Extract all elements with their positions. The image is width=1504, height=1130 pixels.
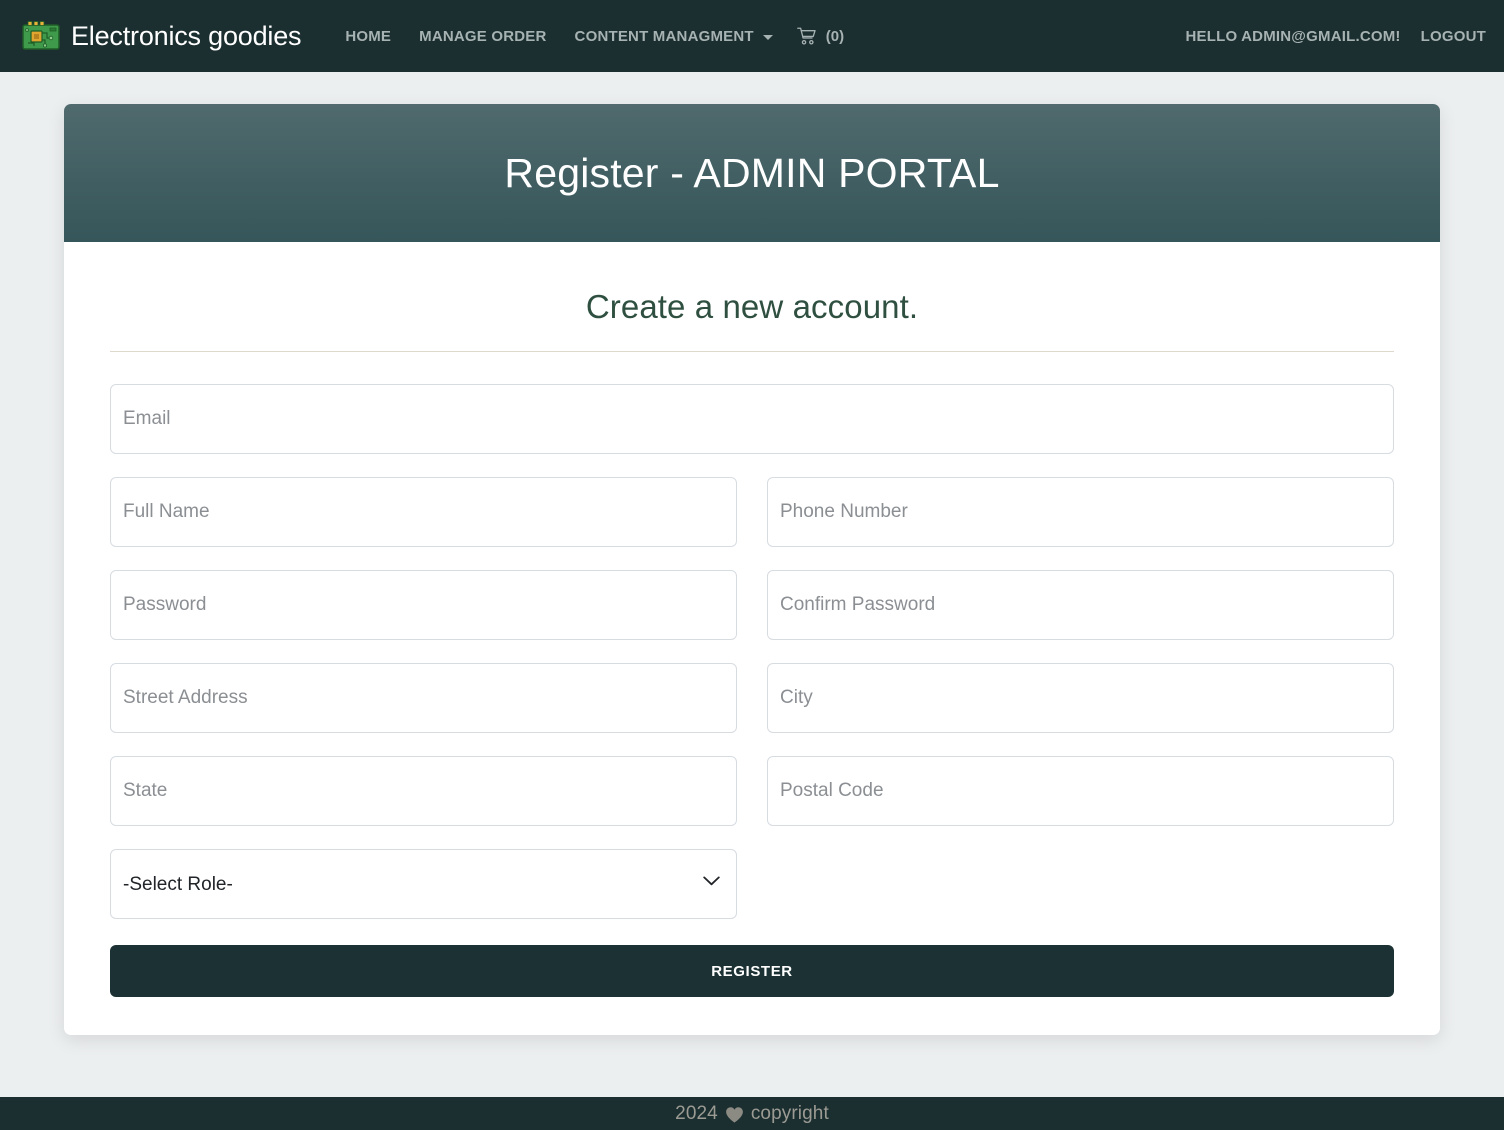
page-title: Register - ADMIN PORTAL	[504, 149, 1000, 196]
full-name-input[interactable]	[110, 477, 737, 547]
street-address-input[interactable]	[110, 663, 737, 733]
field-group-confirm-password	[752, 570, 1409, 663]
brand-link[interactable]: Electronics goodies	[22, 20, 302, 52]
field-group-street-address	[95, 663, 752, 756]
field-group-city	[752, 663, 1409, 756]
brand-label: Electronics goodies	[71, 20, 302, 51]
register-button[interactable]: REGISTER	[110, 945, 1394, 997]
section-divider	[110, 351, 1394, 352]
password-input[interactable]	[110, 570, 737, 640]
field-group-phone-number	[752, 477, 1409, 570]
role-select-wrapper: -Select Role-	[110, 849, 737, 942]
logout-link[interactable]: LOGOUT	[1411, 20, 1486, 53]
chevron-down-icon	[762, 34, 773, 40]
field-group-role: -Select Role-	[95, 849, 752, 942]
register-card-body: Create a new account. Email Full Name Ph…	[64, 242, 1440, 1035]
page-content: Register - ADMIN PORTAL Create a new acc…	[0, 72, 1504, 1035]
logout-label: LOGOUT	[1420, 27, 1486, 45]
heart-icon	[725, 1106, 743, 1123]
nav-item-content-managment: CONTENT MANAGMENT	[561, 20, 787, 53]
postal-code-input[interactable]	[767, 756, 1394, 826]
city-input[interactable]	[767, 663, 1394, 733]
submit-row: REGISTER	[95, 945, 1409, 997]
nav-link-content-managment-label: CONTENT MANAGMENT	[574, 27, 754, 45]
form-subtitle: Create a new account.	[585, 288, 919, 325]
field-group-postal-code	[752, 756, 1409, 849]
user-nav: HELLO ADMIN@GMAIL.COM! LOGOUT	[1176, 20, 1487, 53]
nav-link-content-managment[interactable]: CONTENT MANAGMENT	[561, 20, 787, 53]
field-group-password	[95, 570, 752, 663]
role-select[interactable]: -Select Role-	[110, 849, 737, 919]
nav-item-cart: (0)	[787, 19, 854, 53]
register-card-header: Register - ADMIN PORTAL	[64, 104, 1440, 242]
register-form: -Select Role- REGISTER	[95, 384, 1409, 997]
nav-link-home[interactable]: HOME	[331, 20, 405, 53]
greeting-link[interactable]: HELLO ADMIN@GMAIL.COM!	[1176, 20, 1411, 53]
field-group-email	[95, 384, 1409, 477]
email-input[interactable]	[110, 384, 1394, 454]
cart-count-label: (0)	[825, 27, 845, 45]
nav-link-manage-order[interactable]: MANAGE ORDER	[405, 20, 560, 53]
confirm-password-input[interactable]	[767, 570, 1394, 640]
page-footer: 2024 copyright	[0, 1097, 1504, 1130]
nav-link-manage-order-label: MANAGE ORDER	[419, 27, 547, 45]
shopping-cart-icon	[796, 27, 816, 45]
register-card: Register - ADMIN PORTAL Create a new acc…	[64, 104, 1440, 1035]
footer-year: 2024	[675, 1102, 718, 1124]
field-group-full-name	[95, 477, 752, 570]
circuit-board-chip-icon	[22, 21, 60, 50]
state-input[interactable]	[110, 756, 737, 826]
greeting-label: HELLO ADMIN@GMAIL.COM!	[1185, 27, 1401, 45]
field-group-state	[95, 756, 752, 849]
nav-item-home: HOME	[331, 20, 405, 53]
footer-copyright: copyright	[750, 1102, 829, 1124]
cart-link[interactable]: (0)	[787, 19, 854, 53]
top-navbar: Electronics goodies HOME MANAGE ORDER CO…	[0, 0, 1504, 72]
nav-link-home-label: HOME	[345, 27, 392, 45]
phone-number-input[interactable]	[767, 477, 1394, 547]
field-group-spacer	[752, 849, 1409, 942]
nav-item-manage-order: MANAGE ORDER	[405, 20, 560, 53]
primary-nav: HOME MANAGE ORDER CONTENT MANAGMENT (0)	[331, 19, 854, 53]
